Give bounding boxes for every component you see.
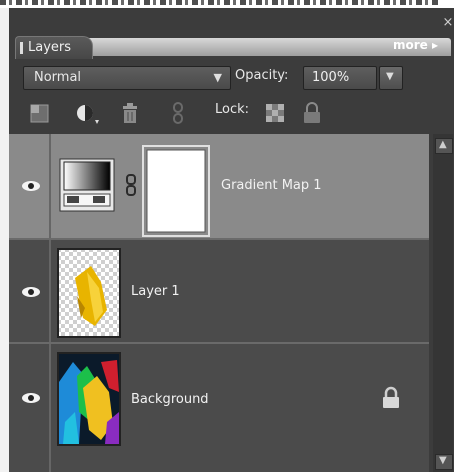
row-divider xyxy=(49,240,51,342)
link-icon[interactable] xyxy=(165,100,191,126)
lock-label: Lock: xyxy=(215,102,250,117)
layer-list: Gradient Map 1 Layer 1 Background xyxy=(9,134,429,472)
chevron-down-icon: ▼ xyxy=(213,71,222,84)
chevron-down-icon: ▼ xyxy=(386,71,394,82)
layer-name[interactable]: Background xyxy=(131,392,209,407)
row-divider xyxy=(49,344,51,472)
layer-thumbnail xyxy=(57,248,121,338)
triangle-right-icon: ▸ xyxy=(432,38,439,52)
layer-name[interactable]: Gradient Map 1 xyxy=(221,178,322,193)
eye-icon[interactable] xyxy=(19,390,43,406)
layer-name[interactable]: Layer 1 xyxy=(131,284,180,299)
layer-mask-thumbnail[interactable] xyxy=(141,144,211,240)
panel-tab-bar: Layers more ▸ xyxy=(9,32,454,60)
triangle-down-icon: ▼ xyxy=(439,455,447,466)
lock-icon xyxy=(379,386,403,410)
opacity-label: Opacity: xyxy=(235,68,289,83)
layer-thumbnail xyxy=(57,352,121,446)
top-strip xyxy=(0,0,454,8)
new-layer-icon[interactable] xyxy=(27,100,53,126)
eye-icon[interactable] xyxy=(19,178,43,194)
blend-mode-value: Normal xyxy=(34,70,82,85)
vertical-scrollbar[interactable]: ▲ ▼ xyxy=(433,134,453,472)
top-strip-text xyxy=(0,0,440,5)
grip-icon[interactable] xyxy=(20,42,23,54)
close-icon[interactable]: × xyxy=(441,16,454,30)
blend-mode-select[interactable]: Normal ▼ xyxy=(23,66,231,90)
scroll-down-button[interactable]: ▼ xyxy=(435,454,453,470)
opacity-value: 100% xyxy=(312,70,350,85)
trash-icon[interactable] xyxy=(117,100,143,126)
tab-layers-label: Layers xyxy=(28,40,72,55)
opacity-slider-button[interactable]: ▼ xyxy=(379,66,403,90)
layer-row-layer-1[interactable]: Layer 1 xyxy=(9,240,429,344)
more-button[interactable]: more ▸ xyxy=(393,38,438,52)
eye-icon[interactable] xyxy=(19,284,43,300)
scroll-up-button[interactable]: ▲ xyxy=(435,138,453,154)
triangle-up-icon: ▲ xyxy=(439,139,447,150)
layers-panel: × Layers more ▸ Normal ▼ Opacity: 100% ▼… xyxy=(9,8,454,472)
tab-layers[interactable]: Layers xyxy=(15,36,93,59)
layer-row-gradient-map[interactable]: Gradient Map 1 xyxy=(9,134,429,240)
lock-transparency-icon[interactable] xyxy=(263,100,289,126)
more-label: more xyxy=(393,38,428,52)
layer-row-background[interactable]: Background xyxy=(9,344,429,472)
adjustment-layer-icon[interactable] xyxy=(73,100,99,126)
chain-link-icon[interactable] xyxy=(123,174,139,196)
opacity-input[interactable]: 100% xyxy=(303,66,377,90)
adjustment-thumbnail-icon xyxy=(59,158,115,212)
lock-all-icon[interactable] xyxy=(299,100,325,126)
row-divider xyxy=(49,134,51,238)
